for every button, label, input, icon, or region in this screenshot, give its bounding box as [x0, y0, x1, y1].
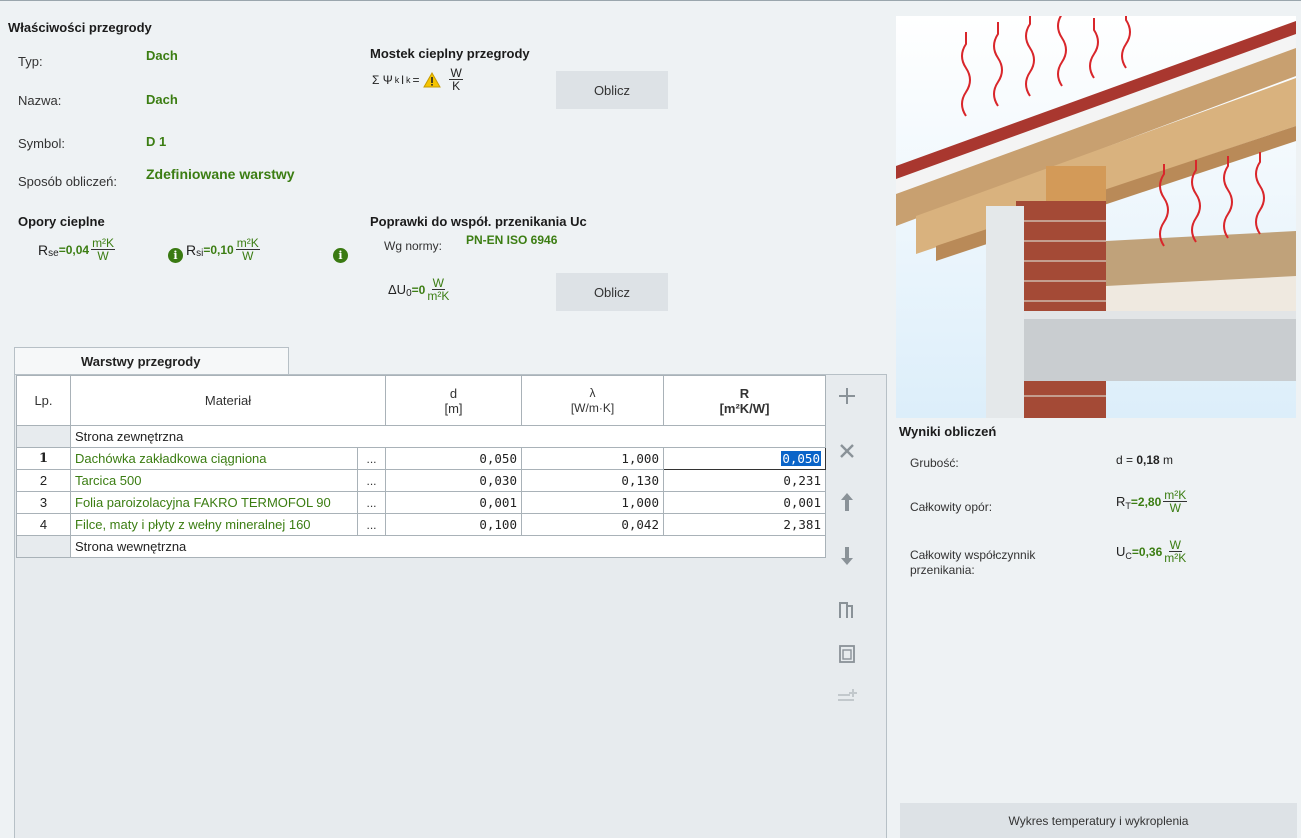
- paste-layer-icon[interactable]: [832, 643, 862, 685]
- copy-layer-icon[interactable]: [832, 599, 862, 643]
- delete-layer-icon[interactable]: [832, 439, 862, 491]
- row-material[interactable]: Filce, maty i płyty z wełny mineralnej 1…: [70, 513, 358, 536]
- resistance-label: Całkowity opór:: [910, 500, 993, 514]
- thermal-bridge-title: Mostek cieplny przegrody: [370, 46, 530, 61]
- row-d[interactable]: 0,001: [385, 491, 522, 514]
- row-material[interactable]: Dachówka zakładkowa ciągniona: [70, 447, 358, 470]
- u-label: Całkowity współczynnik przenikania:: [910, 548, 1036, 577]
- thermal-bridge-calc-button[interactable]: Oblicz: [556, 71, 668, 109]
- thickness-label: Grubość:: [910, 456, 959, 470]
- material-picker-button[interactable]: ...: [357, 491, 386, 514]
- method-value[interactable]: Zdefiniowane warstwy: [146, 166, 295, 182]
- material-picker-button[interactable]: ...: [357, 447, 386, 470]
- row-r[interactable]: 0,231: [663, 469, 826, 492]
- table-row[interactable]: 3 Folia paroizolacyjna FAKRO TERMOFOL 90…: [16, 491, 826, 514]
- col-material[interactable]: Materiał: [70, 375, 386, 426]
- row-lp: 4: [16, 513, 71, 536]
- row-material[interactable]: Tarcica 500: [70, 469, 358, 492]
- move-up-icon[interactable]: [832, 491, 862, 545]
- col-r[interactable]: R [m²K/W]: [663, 375, 826, 426]
- outer-side-row: Strona zewnętrzna: [16, 425, 826, 448]
- rt-display: RT =2,80 m²K W: [1116, 488, 1188, 515]
- row-d[interactable]: 0,030: [385, 469, 522, 492]
- layer-toolbar: [832, 385, 862, 725]
- corrections-calc-button[interactable]: Oblicz: [556, 273, 668, 311]
- type-label: Typ:: [18, 54, 43, 69]
- rse-info-icon[interactable]: i: [168, 248, 183, 263]
- add-layer-icon[interactable]: [832, 385, 862, 439]
- col-d[interactable]: d [m]: [385, 375, 522, 426]
- results-title: Wyniki obliczeń: [899, 424, 997, 439]
- u-display: UC =0,36 Wm²K: [1116, 538, 1187, 565]
- rsi-display: Rsi =0,10 m²K W: [186, 236, 260, 263]
- material-picker-button[interactable]: ...: [357, 469, 386, 492]
- row-lambda[interactable]: 1,000: [521, 447, 664, 470]
- symbol-label: Symbol:: [18, 136, 65, 151]
- corrections-title: Poprawki do współ. przenikania Uc: [370, 214, 587, 229]
- properties-title: Właściwości przegrody: [8, 20, 152, 35]
- table-row[interactable]: 2 Tarcica 500 ... 0,030 0,130 0,231: [16, 469, 826, 492]
- norm-value[interactable]: PN-EN ISO 6946: [466, 233, 557, 247]
- thermal-bridge-formula: Σ Ψk l k = WK: [372, 66, 463, 93]
- delta-u-display: ΔU 0 =0 Wm²K: [388, 276, 450, 303]
- name-value[interactable]: Dach: [146, 92, 178, 107]
- row-d[interactable]: 0,050: [385, 447, 522, 470]
- row-lp: 2: [16, 469, 71, 492]
- tab-layers[interactable]: Warstwy przegrody: [14, 347, 289, 375]
- name-label: Nazwa:: [18, 93, 62, 108]
- row-material[interactable]: Folia paroizolacyjna FAKRO TERMOFOL 90: [70, 491, 358, 514]
- type-value[interactable]: Dach: [146, 48, 178, 63]
- thermal-bridge-unit: WK: [449, 66, 463, 93]
- move-down-icon[interactable]: [832, 545, 862, 599]
- warning-icon: [423, 71, 442, 88]
- row-lp: 3: [16, 491, 71, 514]
- row-lambda[interactable]: 0,042: [521, 513, 664, 536]
- table-row[interactable]: 4 Filce, maty i płyty z wełny mineralnej…: [16, 513, 826, 536]
- inner-side-label: Strona wewnętrzna: [70, 535, 826, 558]
- rsi-info-icon[interactable]: i: [333, 248, 348, 263]
- row-r[interactable]: 0,001: [663, 491, 826, 514]
- row-lambda[interactable]: 0,130: [521, 469, 664, 492]
- norm-label: Wg normy:: [384, 239, 443, 253]
- table-row[interactable]: 1 Dachówka zakładkowa ciągniona ... 0,05…: [16, 447, 826, 470]
- layers-table-wrap: Lp. Materiał d [m] λ [W/m·K] R [m²K/W] Stro…: [16, 375, 826, 558]
- row-r[interactable]: 2,381: [663, 513, 826, 536]
- symbol-value[interactable]: D 1: [146, 134, 166, 149]
- resistances-title: Opory cieplne: [18, 214, 105, 229]
- row-d[interactable]: 0,100: [385, 513, 522, 536]
- row-lambda[interactable]: 1,000: [521, 491, 664, 514]
- method-label: Sposób obliczeń:: [18, 174, 118, 189]
- row-r[interactable]: 0,050: [663, 447, 826, 470]
- material-picker-button[interactable]: ...: [357, 513, 386, 536]
- row-lp: 1: [16, 447, 71, 470]
- inner-side-row: Strona wewnętrzna: [16, 535, 826, 558]
- layers-table: Lp. Materiał d [m] λ [W/m·K] R [m²K/W] Stro…: [16, 375, 826, 558]
- roof-cross-section-image: [896, 16, 1296, 418]
- col-lambda[interactable]: λ [W/m·K]: [521, 375, 664, 426]
- temperature-chart-button[interactable]: Wykres temperatury i wykroplenia: [900, 803, 1297, 838]
- thickness-display: d = 0,18 m: [1116, 453, 1174, 467]
- insert-layer-icon: [832, 685, 862, 725]
- col-lp[interactable]: Lp.: [16, 375, 71, 426]
- rse-display: Rse =0,04 m²K W: [38, 236, 116, 263]
- outer-side-label: Strona zewnętrzna: [70, 425, 826, 448]
